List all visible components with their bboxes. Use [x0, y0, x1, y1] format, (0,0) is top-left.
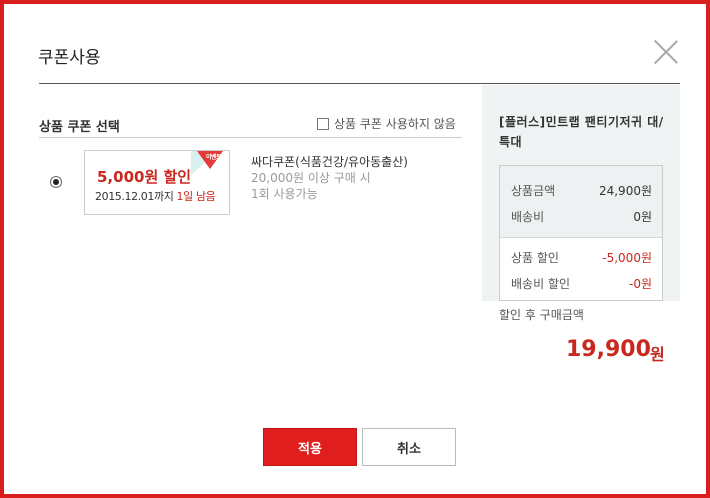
no-coupon-label: 상품 쿠폰 사용하지 않음: [334, 117, 456, 131]
total-price: 19,900: [566, 337, 651, 362]
coupon-card[interactable]: 이벤트 5,000원 할인 2015.12.01까지 1일 남음: [84, 150, 230, 215]
shipping-discount-label: 배송비 할인: [511, 277, 571, 291]
shipping-discount-row: 배송비 할인 -0원: [511, 275, 652, 292]
price-row: 상품금액 24,900원: [511, 182, 652, 199]
product-discount-value: -5,000원: [602, 251, 652, 265]
coupon-condition: 20,000원 이상 구매 시: [251, 171, 371, 185]
product-discount-label: 상품 할인: [511, 251, 559, 265]
shipping-discount-value: -0원: [628, 277, 652, 291]
close-icon[interactable]: [652, 38, 680, 66]
no-coupon-checkbox[interactable]: 상품 쿠폰 사용하지 않음: [317, 115, 456, 132]
coupon-usage: 1회 사용가능: [251, 187, 318, 201]
total-price-unit: 원: [650, 345, 665, 364]
section-title: 상품 쿠폰 선택: [39, 120, 120, 135]
coupon-days-left: 1일 남음: [176, 190, 216, 203]
coupon-dialog: 쿠폰사용 상품 쿠폰 선택 상품 쿠폰 사용하지 않음 이벤트 5,000원 할…: [0, 0, 710, 498]
shipping-row-label: 배송비: [511, 210, 545, 224]
coupon-name: 싸다쿠폰(식품건강/유아동출산): [251, 155, 408, 169]
coupon-expiry: 2015.12.01까지: [95, 190, 174, 203]
cancel-button[interactable]: 취소: [362, 428, 456, 466]
coupon-amount: 5,000원 할인: [97, 168, 192, 186]
price-box-top: [500, 166, 662, 237]
title-divider: [39, 83, 680, 84]
checkbox-box[interactable]: [317, 117, 329, 130]
price-row-label: 상품금액: [511, 184, 556, 198]
product-discount-row: 상품 할인 -5,000원: [511, 249, 652, 266]
section-divider: [39, 137, 462, 138]
price-box-divider: [500, 237, 662, 238]
shipping-row: 배송비 0원: [511, 208, 652, 225]
coupon-radio[interactable]: [50, 176, 62, 188]
dialog-title: 쿠폰사용: [38, 48, 101, 68]
coupon-expiry-line: 2015.12.01까지 1일 남음: [95, 188, 216, 204]
after-discount-label: 할인 후 구매금액: [499, 308, 584, 322]
shipping-row-value: 0원: [633, 210, 652, 224]
radio-selected-dot: [53, 179, 59, 185]
product-name: [플러스]민트랩 팬티기저귀 대/특대: [499, 115, 664, 149]
price-box: 상품금액 24,900원 배송비 0원 상품 할인 -5,000원 배송비 할인…: [499, 165, 663, 301]
coupon-description: 싸다쿠폰(식품건강/유아동출산) 20,000원 이상 구매 시 1회 사용가능: [251, 154, 408, 202]
price-row-value: 24,900원: [598, 184, 652, 198]
event-tag: 이벤트: [205, 154, 222, 161]
apply-button[interactable]: 적용: [263, 428, 357, 466]
